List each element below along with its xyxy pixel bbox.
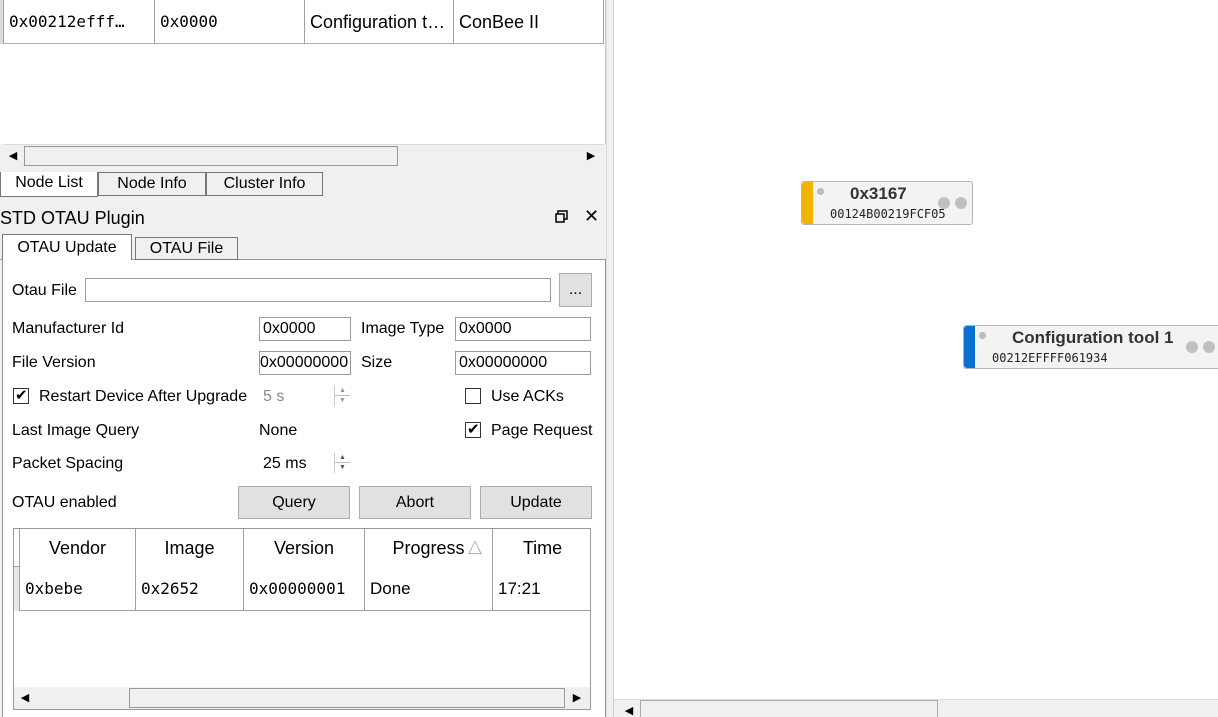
row-progress-cell[interactable]: Done [365, 567, 493, 611]
table-header: Vendor Image Version Progress △ Time [14, 529, 590, 567]
tab-otau-update[interactable]: OTAU Update [2, 234, 132, 261]
last-image-query-value: None [259, 422, 298, 439]
browse-button[interactable]: ... [559, 273, 592, 307]
packet-spacing-stepper[interactable]: ▲ ▼ [334, 453, 350, 473]
scroll-left-icon[interactable]: ◀ [620, 700, 638, 717]
node-title: 0x3167 [850, 184, 907, 203]
node-list-hscrollbar[interactable]: ◀ ▶ [4, 144, 604, 166]
size-label: Size [361, 354, 393, 371]
node-indicator-icon [979, 332, 986, 339]
tab-cluster-info[interactable]: Cluster Info [206, 172, 323, 196]
col-version[interactable]: Version [244, 529, 365, 567]
last-image-query-label: Last Image Query [12, 422, 140, 439]
sort-ascending-icon: △ [468, 536, 482, 556]
otau-file-input[interactable] [85, 278, 551, 302]
node-indicator-icon [817, 188, 824, 195]
node-title: Configuration tool 1 [1012, 328, 1174, 347]
node-mac-cell[interactable]: 0x00212efff… [4, 0, 155, 44]
scroll-left-icon[interactable]: ◀ [16, 688, 34, 708]
scroll-thumb[interactable] [129, 688, 565, 708]
use-acks-checkbox[interactable] [465, 388, 481, 404]
node-card[interactable]: Configuration tool 1 00212EFFFF061934 [963, 325, 1218, 369]
row-vendor-cell[interactable]: 0xbebe [20, 567, 136, 611]
manufacturer-id-field[interactable]: 0x0000 [259, 317, 351, 341]
update-button[interactable]: Update [480, 486, 592, 519]
packet-spacing-spinbox[interactable]: 25 ms [263, 455, 307, 473]
plugin-title: STD OTAU Plugin [0, 208, 145, 228]
tab-otau-file[interactable]: OTAU File [135, 237, 238, 260]
close-icon[interactable]: ✕ [584, 207, 599, 225]
node-card[interactable]: 0x3167 00124B00219FCF05 [801, 181, 973, 225]
restart-delay-spinbox[interactable]: 5 s [263, 388, 284, 406]
col-progress[interactable]: Progress △ [365, 529, 493, 567]
image-type-label: Image Type [361, 320, 445, 337]
query-button[interactable]: Query [238, 486, 350, 519]
node-subtitle: 00212EFFFF061934 [992, 351, 1108, 365]
otau-enabled-label: OTAU enabled [12, 494, 117, 511]
scroll-right-icon[interactable]: ▶ [582, 146, 600, 166]
size-field[interactable]: 0x00000000 [455, 351, 591, 375]
tab-node-info[interactable]: Node Info [98, 172, 206, 196]
restart-checkbox[interactable] [13, 386, 29, 404]
file-version-label: File Version [12, 354, 96, 371]
page-request-label: Page Request [491, 422, 593, 439]
node-port-icon[interactable] [955, 197, 967, 209]
node-subtitle: 00124B00219FCF05 [830, 207, 946, 221]
otau-table: Vendor Image Version Progress △ Time 0xb… [13, 528, 591, 710]
row-version-cell[interactable]: 0x00000001 [244, 567, 365, 611]
node-port-icon[interactable] [1203, 341, 1215, 353]
node-port-icon[interactable] [1186, 341, 1198, 353]
page-request-checkbox[interactable] [465, 420, 481, 438]
restart-label: Restart Device After Upgrade [39, 388, 248, 405]
restore-icon[interactable] [555, 210, 568, 223]
abort-button[interactable]: Abort [359, 486, 471, 519]
splitter[interactable] [606, 0, 614, 717]
restart-delay-stepper[interactable]: ▲ ▼ [334, 386, 350, 406]
col-time[interactable]: Time [493, 529, 590, 567]
scroll-thumb[interactable] [24, 146, 398, 166]
col-image[interactable]: Image [136, 529, 244, 567]
scroll-right-icon[interactable]: ▶ [568, 688, 586, 708]
image-type-field[interactable]: 0x0000 [455, 317, 591, 341]
node-list-row[interactable]: 0x00212efff… 0x0000 Configuration t… Con… [0, 0, 604, 44]
graph-hscrollbar[interactable]: ◀ [614, 699, 1218, 717]
file-version-field[interactable]: 0x00000000 [259, 351, 351, 375]
tab-node-list[interactable]: Node List [0, 172, 98, 197]
otau-file-label: Otau File [12, 282, 77, 299]
col-progress-label: Progress [392, 538, 465, 558]
node-port-icon[interactable] [938, 197, 950, 209]
node-name-cell[interactable]: Configuration t… [305, 0, 454, 44]
node-status-bar [964, 326, 975, 368]
manufacturer-id-label: Manufacturer Id [12, 320, 125, 337]
packet-spacing-label: Packet Spacing [12, 455, 124, 472]
row-time-cell[interactable]: 17:21 [493, 567, 590, 611]
node-nwk-cell[interactable]: 0x0000 [155, 0, 305, 44]
table-row[interactable]: 0xbebe 0x2652 0x00000001 Done 17:21 [14, 567, 590, 611]
node-list-table: 0x00212efff… 0x0000 Configuration t… Con… [0, 0, 606, 144]
node-status-bar [802, 182, 813, 224]
node-type-cell[interactable]: ConBee II [454, 0, 604, 44]
scroll-thumb[interactable] [640, 700, 938, 717]
row-image-cell[interactable]: 0x2652 [136, 567, 244, 611]
col-vendor[interactable]: Vendor [20, 529, 136, 567]
scroll-left-icon[interactable]: ◀ [4, 146, 22, 166]
otau-table-hscrollbar[interactable]: ◀ ▶ [14, 687, 590, 709]
use-acks-label: Use ACKs [491, 388, 564, 405]
